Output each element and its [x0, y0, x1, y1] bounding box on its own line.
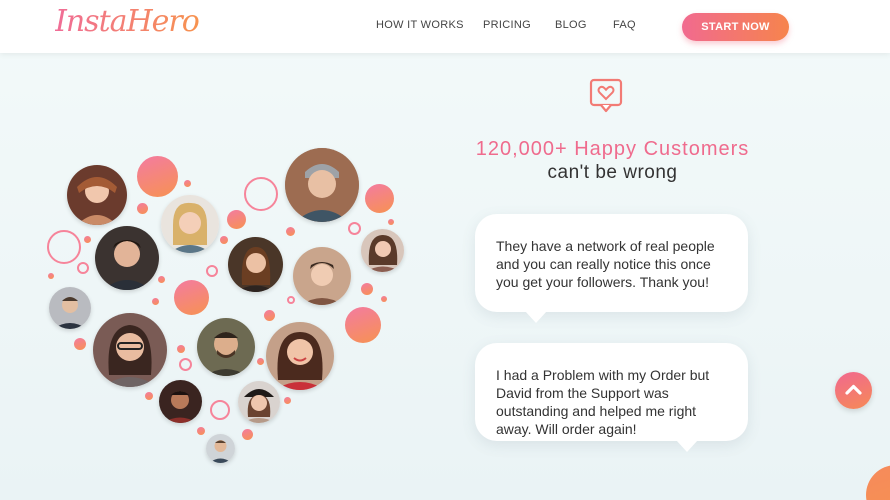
customer-avatar [49, 287, 91, 329]
customer-avatar [159, 380, 202, 423]
decor-bubble [184, 180, 191, 187]
customer-avatar [67, 165, 127, 225]
decor-bubble [286, 227, 295, 236]
customer-avatar [293, 247, 351, 305]
nav-blog[interactable]: BLOG [555, 19, 587, 31]
nav-how-it-works[interactable]: HOW IT WORKS [376, 19, 464, 31]
customer-avatar [266, 322, 334, 390]
nav-pricing[interactable]: PRICING [483, 19, 531, 31]
customer-avatar [285, 148, 359, 222]
decor-bubble [388, 219, 394, 225]
decor-bubble [220, 236, 228, 244]
customer-avatar [206, 434, 235, 463]
customer-avatar [361, 229, 404, 272]
customers-count-heading: 120,000+ Happy Customers [475, 138, 750, 160]
customer-avatar [228, 237, 283, 292]
decor-bubble [48, 273, 54, 279]
decor-bubble [361, 283, 373, 295]
decor-bubble [227, 210, 246, 229]
decor-bubble [137, 156, 178, 197]
chat-widget-button[interactable] [866, 465, 890, 500]
decor-ring [348, 222, 361, 235]
nav-faq[interactable]: FAQ [613, 19, 636, 31]
decor-bubble [84, 236, 91, 243]
testimonial-text: They have a network of real people and y… [496, 238, 715, 290]
customer-avatar [93, 313, 167, 387]
decor-bubble [284, 397, 291, 404]
decor-ring [210, 400, 230, 420]
decor-bubble [74, 338, 86, 350]
decor-bubble [381, 296, 387, 302]
heart-chat-icon [589, 78, 623, 113]
chevron-up-icon [845, 384, 862, 395]
testimonial-card: They have a network of real people and y… [475, 214, 748, 323]
testimonial-card: I had a Problem with my Order but David … [475, 343, 748, 452]
start-now-button[interactable]: START NOW [682, 13, 789, 41]
decor-bubble [152, 298, 159, 305]
decor-ring [206, 265, 218, 277]
decor-bubble [264, 310, 275, 321]
logo[interactable]: InstaHero [55, 4, 200, 39]
decor-bubble [197, 427, 205, 435]
site-header: InstaHero HOW IT WORKS PRICING BLOG FAQ … [0, 0, 890, 53]
customer-avatar [238, 381, 280, 423]
decor-bubble [257, 358, 264, 365]
decor-bubble [145, 392, 153, 400]
speech-tail [676, 440, 698, 452]
customer-avatar [197, 318, 255, 376]
decor-bubble [137, 203, 148, 214]
customer-avatar [95, 226, 159, 290]
decor-ring [77, 262, 89, 274]
decor-ring [179, 358, 192, 371]
speech-tail [525, 311, 547, 323]
customers-subheading: can't be wrong [547, 162, 678, 183]
decor-bubble [365, 184, 394, 213]
decor-ring [47, 230, 81, 264]
decor-ring [244, 177, 278, 211]
scroll-to-top-button[interactable] [835, 372, 872, 409]
decor-bubble [158, 276, 165, 283]
testimonial-text: I had a Problem with my Order but David … [496, 367, 710, 437]
decor-bubble [174, 280, 209, 315]
customer-avatar [161, 195, 219, 253]
decor-bubble [242, 429, 253, 440]
decor-ring [287, 296, 295, 304]
decor-bubble [345, 307, 381, 343]
decor-bubble [177, 345, 185, 353]
